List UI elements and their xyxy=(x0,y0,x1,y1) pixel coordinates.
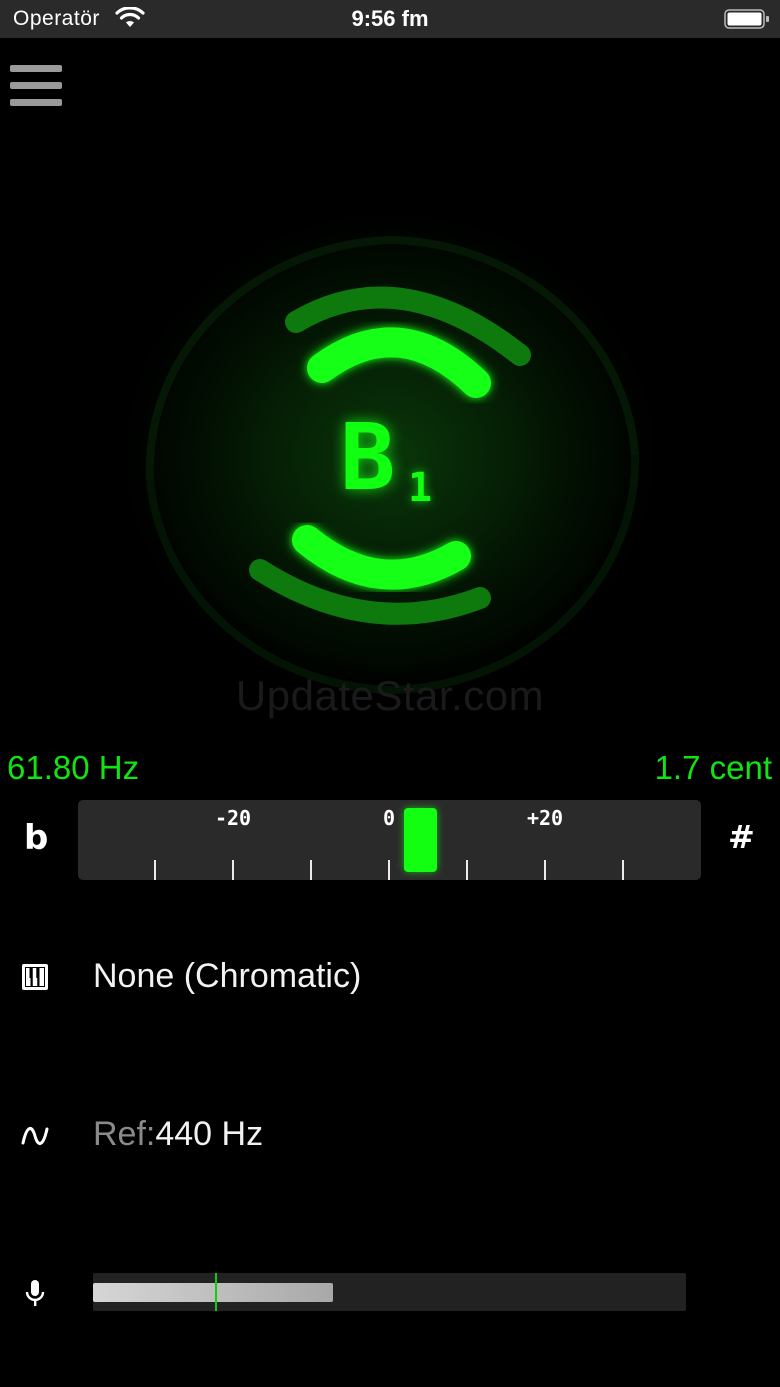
note-name: B xyxy=(340,404,396,511)
meter-tick xyxy=(388,860,390,880)
meter-tick xyxy=(310,860,312,880)
meter-label-zero: 0 xyxy=(382,806,396,830)
tuning-needle xyxy=(404,808,438,872)
input-level-peak-marker xyxy=(214,1273,217,1311)
status-bar: Operatör 9:56 fm xyxy=(0,0,780,38)
menu-bar xyxy=(10,99,62,106)
meter-label-minus-20: -20 xyxy=(214,806,252,830)
cents-meter: -20 0 +20 xyxy=(78,800,701,880)
piano-icon[interactable] xyxy=(20,962,50,992)
cents-readout: 1.7 cent xyxy=(654,749,772,786)
status-time: 9:56 fm xyxy=(351,6,429,31)
note-octave: 1 xyxy=(408,465,433,511)
meter-tick xyxy=(232,860,234,880)
meter-tick xyxy=(154,860,156,880)
sharp-symbol: # xyxy=(728,818,755,856)
meter-tick xyxy=(622,860,624,880)
battery-icon xyxy=(724,9,769,29)
microphone-icon xyxy=(25,1280,45,1306)
menu-bar xyxy=(10,65,62,72)
meter-tick xyxy=(544,860,546,880)
note-display: B 1 xyxy=(340,412,460,522)
menu-bar xyxy=(10,82,62,89)
menu-icon[interactable] xyxy=(10,65,62,110)
meter-label-plus-20: +20 xyxy=(526,806,564,830)
flat-symbol: b xyxy=(24,818,49,858)
sine-wave-icon[interactable] xyxy=(20,1121,50,1151)
input-level-fill xyxy=(93,1283,334,1302)
meter-tick xyxy=(466,860,468,880)
watermark: UpdateStar.com xyxy=(235,672,545,719)
instrument-selector[interactable]: None (Chromatic) xyxy=(93,957,361,996)
reference-pitch-selector[interactable]: Ref:440 Hz xyxy=(93,1115,263,1154)
input-level-meter xyxy=(93,1273,686,1311)
reference-value: 440 Hz xyxy=(155,1115,264,1153)
frequency-readout: 61.80 Hz xyxy=(7,749,140,786)
reference-prefix: Ref: xyxy=(93,1115,156,1153)
